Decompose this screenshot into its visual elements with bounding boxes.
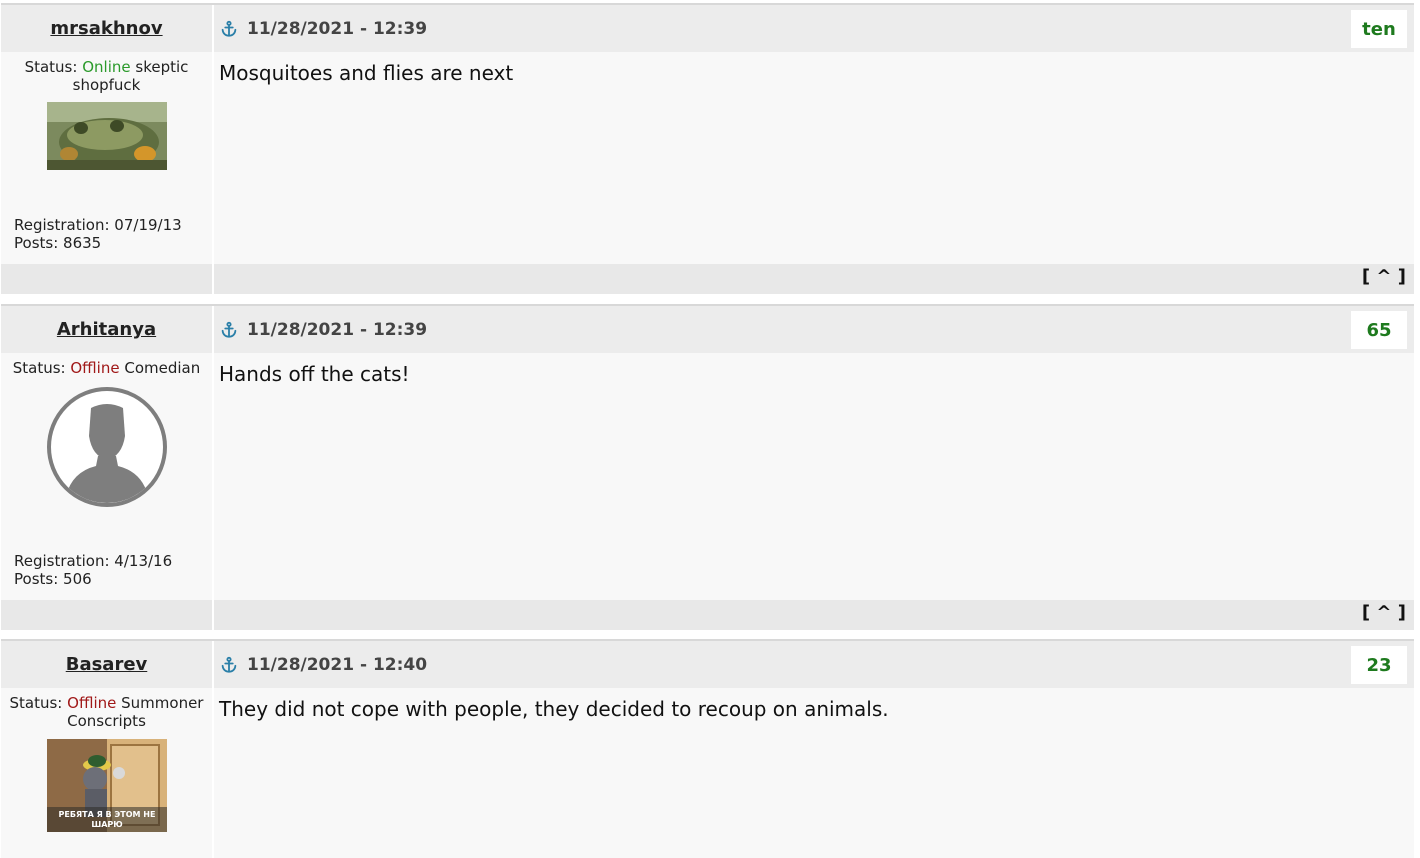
author-stats: Registration: 4/13/16 Posts: 506 bbox=[14, 552, 172, 588]
author-status: Status: Offline Summoner Conscripts bbox=[1, 688, 212, 730]
post-footer: [ ^ ] bbox=[1, 600, 1414, 630]
status-online: Online bbox=[82, 58, 131, 76]
avatar-caption-line-2: ШАРЮ bbox=[91, 820, 122, 829]
post-footer: [ ^ ] bbox=[1, 264, 1414, 294]
author-info: Status: Offline Summoner Conscripts РЕБЯ… bbox=[1, 688, 214, 858]
author-stats: Registration: 07/19/13 Posts: 8635 bbox=[14, 216, 182, 252]
post-message: They did not cope with people, they deci… bbox=[219, 697, 889, 721]
post-datetime: 11/28/2021 - 12:39 bbox=[247, 319, 428, 340]
status-label: Status: bbox=[9, 694, 63, 712]
post-datetime: 11/28/2021 - 12:40 bbox=[247, 654, 428, 675]
registration-date: 4/13/16 bbox=[114, 552, 173, 570]
posts-label: Posts: bbox=[14, 570, 59, 588]
anchor-icon[interactable] bbox=[219, 19, 239, 39]
author-status: Status: Offline Comedian bbox=[1, 353, 212, 377]
post-rating-badge: 65 bbox=[1351, 311, 1407, 349]
post-header: Arhitanya 11/28/2021 - 12:39 65 bbox=[1, 306, 1414, 353]
post-meta: 11/28/2021 - 12:40 23 bbox=[214, 641, 1414, 688]
post-message: Hands off the cats! bbox=[219, 362, 410, 386]
post-rating-badge: 23 bbox=[1351, 646, 1407, 684]
scroll-to-top-link[interactable]: [ ^ ] bbox=[1362, 266, 1406, 287]
posts-count: 8635 bbox=[63, 234, 102, 252]
anchor-icon[interactable] bbox=[219, 655, 239, 675]
anchor-icon[interactable] bbox=[219, 320, 239, 340]
post-rating-badge: ten bbox=[1351, 10, 1407, 48]
status-offline: Offline bbox=[70, 359, 120, 377]
post-message: Mosquitoes and flies are next bbox=[219, 61, 514, 85]
username-link[interactable]: Arhitanya bbox=[57, 319, 156, 340]
status-label: Status: bbox=[24, 58, 78, 76]
post-author-cell: Arhitanya bbox=[1, 306, 214, 353]
username-link[interactable]: mrsakhnov bbox=[50, 18, 162, 39]
status-label: Status: bbox=[12, 359, 66, 377]
footer-right-cell: [ ^ ] bbox=[214, 600, 1414, 630]
post-content: Hands off the cats! bbox=[214, 353, 1414, 600]
post-header: Basarev 11/28/2021 - 12:40 23 bbox=[1, 641, 1414, 688]
post-header: mrsakhnov 11/28/2021 - 12:39 ten bbox=[1, 5, 1414, 52]
author-status: Status: Online skeptic shopfuck bbox=[1, 52, 212, 94]
registration-label: Registration: bbox=[14, 216, 110, 234]
post-datetime: 11/28/2021 - 12:39 bbox=[247, 18, 428, 39]
registration-label: Registration: bbox=[14, 552, 110, 570]
post-content: Mosquitoes and flies are next bbox=[214, 52, 1414, 264]
forum-post: Arhitanya 11/28/2021 - 12:39 65 Status: … bbox=[1, 304, 1414, 630]
forum-post: Basarev 11/28/2021 - 12:40 23 Status: Of… bbox=[1, 639, 1414, 858]
author-info: Status: Offline Comedian Registration: 4… bbox=[1, 353, 214, 600]
post-author-cell: Basarev bbox=[1, 641, 214, 688]
author-info: Status: Online skeptic shopfuck Registra… bbox=[1, 52, 214, 264]
username-link[interactable]: Basarev bbox=[66, 654, 148, 675]
post-body: Status: Online skeptic shopfuck Registra… bbox=[1, 52, 1414, 264]
footer-right-cell: [ ^ ] bbox=[214, 264, 1414, 294]
footer-left-cell bbox=[1, 600, 214, 630]
registration-date: 07/19/13 bbox=[114, 216, 182, 234]
avatar-caption-line-1: РЕБЯТА Я В ЭТОМ НЕ bbox=[58, 810, 155, 819]
post-content: They did not cope with people, they deci… bbox=[214, 688, 1414, 858]
posts-count: 506 bbox=[63, 570, 92, 588]
post-meta: 11/28/2021 - 12:39 65 bbox=[214, 306, 1414, 353]
default-avatar-icon[interactable] bbox=[46, 386, 168, 508]
forum-post: mrsakhnov 11/28/2021 - 12:39 ten Status:… bbox=[1, 3, 1414, 294]
post-body: Status: Offline Comedian Registration: 4… bbox=[1, 353, 1414, 600]
avatar[interactable] bbox=[46, 102, 167, 170]
scroll-to-top-link[interactable]: [ ^ ] bbox=[1362, 602, 1406, 623]
footer-left-cell bbox=[1, 264, 214, 294]
post-body: Status: Offline Summoner Conscripts РЕБЯ… bbox=[1, 688, 1414, 858]
post-meta: 11/28/2021 - 12:39 ten bbox=[214, 5, 1414, 52]
posts-label: Posts: bbox=[14, 234, 59, 252]
status-offline: Offline bbox=[67, 694, 117, 712]
post-author-cell: mrsakhnov bbox=[1, 5, 214, 52]
author-rank: Comedian bbox=[124, 359, 201, 377]
avatar[interactable]: РЕБЯТА Я В ЭТОМ НЕ ШАРЮ bbox=[46, 739, 167, 832]
